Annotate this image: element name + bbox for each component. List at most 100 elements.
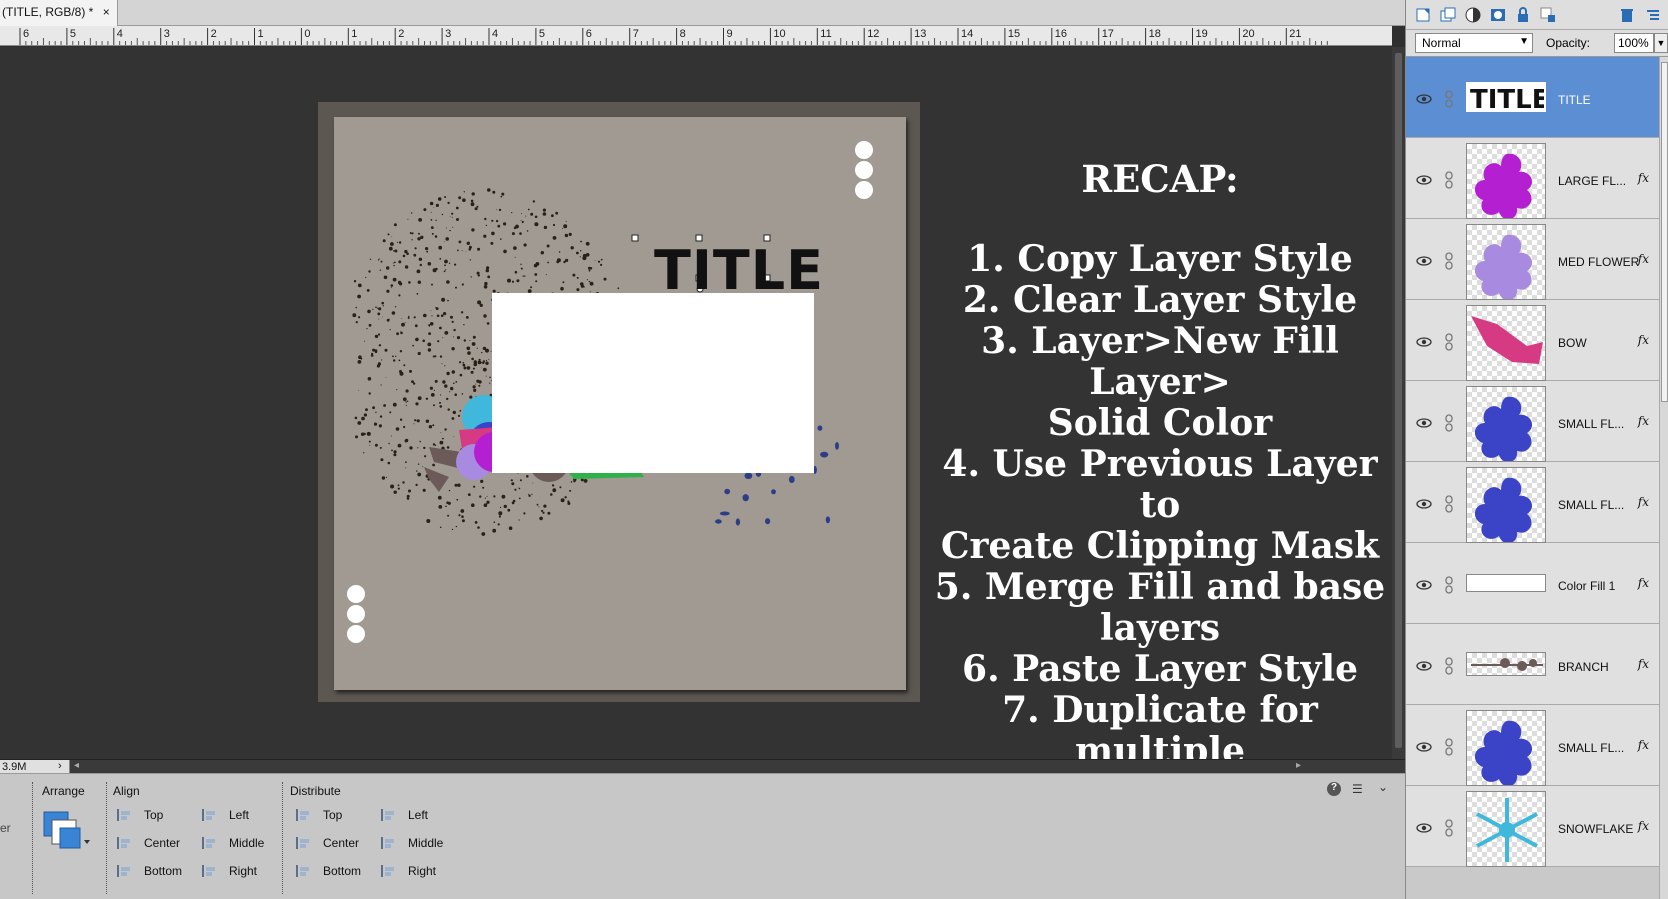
- layer-link-icon[interactable]: [1444, 90, 1454, 108]
- opacity-input[interactable]: 100%: [1614, 33, 1654, 53]
- layer-link-icon[interactable]: [1444, 738, 1454, 756]
- layer-style-fx-icon[interactable]: fx: [1638, 333, 1649, 347]
- layer-mask-icon[interactable]: [1489, 6, 1507, 24]
- layer-link-icon[interactable]: [1444, 171, 1454, 189]
- layer-link-icon[interactable]: [1444, 414, 1454, 432]
- visibility-eye-icon[interactable]: [1416, 577, 1432, 593]
- splatter-dot: [389, 411, 392, 414]
- splatter-dot: [467, 351, 471, 355]
- align-left-button[interactable]: Left: [201, 807, 276, 825]
- layer-row[interactable]: SNOWFLAKE fx: [1406, 786, 1659, 867]
- layer-row[interactable]: SMALL FL... fx: [1406, 381, 1659, 462]
- splatter-dot: [530, 212, 534, 216]
- adjustment-layer-icon[interactable]: [1464, 6, 1482, 24]
- splatter-dot: [570, 246, 574, 250]
- layer-link-icon[interactable]: [1444, 657, 1454, 675]
- layer-thumbnail[interactable]: [1466, 224, 1546, 300]
- distribute-right-button[interactable]: Right: [380, 863, 455, 881]
- scrapbook-page[interactable]: TITLE: [334, 117, 906, 690]
- visibility-eye-icon[interactable]: [1416, 739, 1432, 755]
- layer-thumbnail[interactable]: [1466, 467, 1546, 543]
- splatter-dot: [439, 401, 441, 404]
- visibility-eye-icon[interactable]: [1416, 496, 1432, 512]
- layer-style-fx-icon[interactable]: fx: [1638, 576, 1649, 590]
- title-text-layer[interactable]: TITLE: [654, 239, 824, 302]
- layer-thumbnail[interactable]: [1466, 143, 1546, 219]
- distribute-center-button[interactable]: Center: [295, 835, 370, 853]
- delete-layer-icon[interactable]: [1618, 6, 1636, 24]
- layer-thumbnail[interactable]: [1466, 574, 1546, 592]
- layer-row[interactable]: BOW fx: [1406, 300, 1659, 381]
- layer-style-fx-icon[interactable]: fx: [1638, 171, 1649, 185]
- layer-link-icon[interactable]: [1444, 819, 1454, 837]
- scroll-right-arrow[interactable]: ▸: [1296, 760, 1301, 771]
- close-tab-icon[interactable]: ×: [103, 5, 110, 19]
- layer-thumbnail[interactable]: [1466, 305, 1546, 381]
- layer-thumbnail[interactable]: TITLE: [1466, 82, 1546, 112]
- distribute-bottom-button[interactable]: Bottom: [295, 863, 370, 881]
- layers-scrollbar[interactable]: [1659, 57, 1668, 899]
- layer-thumbnail[interactable]: [1466, 710, 1546, 786]
- visibility-eye-icon[interactable]: [1416, 253, 1432, 269]
- layer-style-fx-icon[interactable]: fx: [1638, 738, 1649, 752]
- layers-scroll-thumb[interactable]: [1661, 62, 1668, 402]
- align-middle-button[interactable]: Middle: [201, 835, 276, 853]
- splatter-dot: [540, 251, 544, 255]
- layer-row[interactable]: SMALL FL... fx: [1406, 705, 1659, 786]
- arrange-button[interactable]: [42, 810, 92, 854]
- scroll-left-arrow[interactable]: ◂: [74, 760, 79, 771]
- vertical-scroll-thumb[interactable]: [1395, 53, 1402, 748]
- layer-link-icon[interactable]: [1444, 576, 1454, 594]
- splatter-dot: [600, 263, 603, 266]
- distribute-top-button[interactable]: Top: [295, 807, 370, 825]
- align-right-button[interactable]: Right: [201, 863, 276, 881]
- opacity-dropdown-icon[interactable]: ▼: [1654, 33, 1668, 53]
- horizontal-scrollbar[interactable]: 3.9M › ◂ ▸: [0, 759, 1405, 774]
- layer-row[interactable]: Color Fill 1 fx: [1406, 543, 1659, 624]
- layer-style-fx-icon[interactable]: fx: [1638, 657, 1649, 671]
- layer-row[interactable]: SMALL FL... fx: [1406, 462, 1659, 543]
- document-canvas[interactable]: TITLE: [318, 102, 920, 702]
- collapse-chevron-icon[interactable]: ⌄: [1378, 780, 1388, 794]
- status-menu-arrow[interactable]: ›: [58, 760, 62, 772]
- splatter-dot: [392, 262, 394, 264]
- vertical-scrollbar[interactable]: [1392, 47, 1405, 759]
- panel-menu-icon[interactable]: ☰: [1352, 782, 1363, 796]
- align-top-button[interactable]: Top: [116, 807, 191, 825]
- layer-style-fx-icon[interactable]: fx: [1638, 252, 1649, 266]
- photo-placeholder[interactable]: [492, 293, 814, 473]
- splatter-dot: [423, 313, 427, 318]
- lock-transparency-icon[interactable]: [1539, 6, 1557, 24]
- visibility-eye-icon[interactable]: [1416, 91, 1432, 107]
- canvas-workspace[interactable]: TITLE RECAP: 1. Copy Layer Style 2. Clear…: [0, 47, 1392, 759]
- layer-row[interactable]: TITLE TITLE: [1406, 57, 1659, 138]
- layer-thumbnail[interactable]: [1466, 652, 1546, 676]
- visibility-eye-icon[interactable]: [1416, 172, 1432, 188]
- distribute-middle-button[interactable]: Middle: [380, 835, 455, 853]
- layer-row[interactable]: MED FLOWER fx: [1406, 219, 1659, 300]
- layer-style-fx-icon[interactable]: fx: [1638, 495, 1649, 509]
- lock-all-icon[interactable]: [1514, 6, 1532, 24]
- align-bottom-button[interactable]: Bottom: [116, 863, 191, 881]
- layer-link-icon[interactable]: [1444, 495, 1454, 513]
- layer-thumbnail[interactable]: [1466, 791, 1546, 867]
- layer-link-icon[interactable]: [1444, 252, 1454, 270]
- blend-mode-select[interactable]: Normal ▼: [1415, 33, 1533, 53]
- visibility-eye-icon[interactable]: [1416, 334, 1432, 350]
- layer-style-fx-icon[interactable]: fx: [1638, 414, 1649, 428]
- document-tab[interactable]: (TITLE, RGB/8) * ×: [0, 0, 118, 26]
- distribute-left-button[interactable]: Left: [380, 807, 455, 825]
- visibility-eye-icon[interactable]: [1416, 820, 1432, 836]
- new-layer-icon[interactable]: [1414, 6, 1432, 24]
- new-group-icon[interactable]: [1439, 6, 1457, 24]
- align-center-button[interactable]: Center: [116, 835, 191, 853]
- help-icon[interactable]: ?: [1327, 782, 1341, 796]
- visibility-eye-icon[interactable]: [1416, 415, 1432, 431]
- layer-thumbnail[interactable]: [1466, 386, 1546, 462]
- layer-row[interactable]: LARGE FL... fx: [1406, 138, 1659, 219]
- layer-link-icon[interactable]: [1444, 333, 1454, 351]
- layer-style-fx-icon[interactable]: fx: [1638, 819, 1649, 833]
- layer-row[interactable]: BRANCH fx: [1406, 624, 1659, 705]
- visibility-eye-icon[interactable]: [1416, 658, 1432, 674]
- panel-options-icon[interactable]: [1644, 6, 1662, 24]
